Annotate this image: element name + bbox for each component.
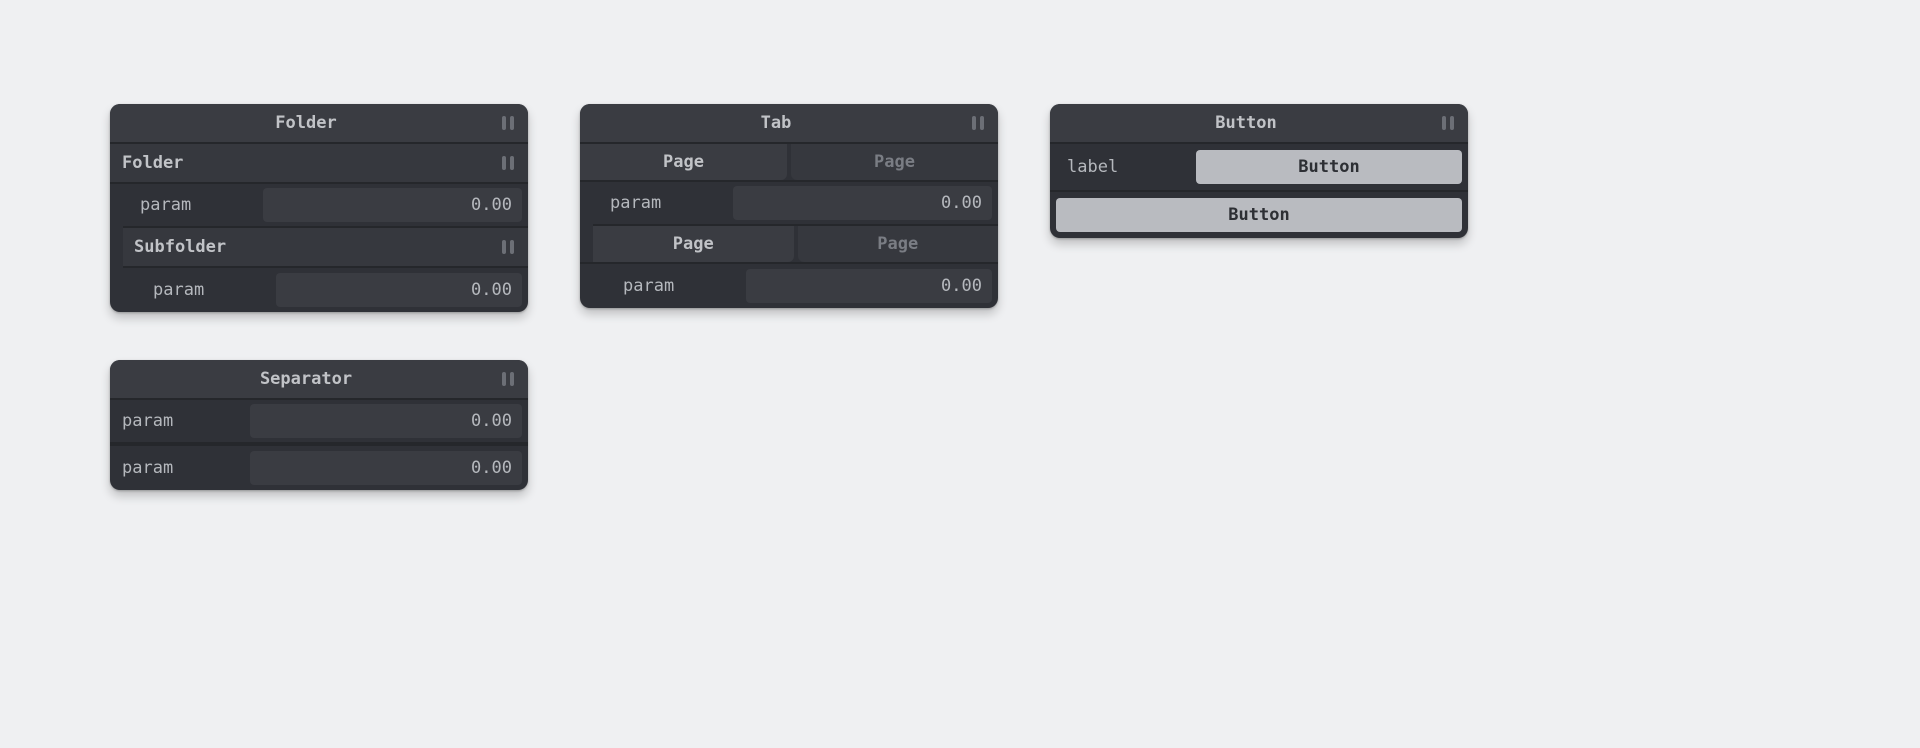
subfolder-header[interactable]: Subfolder xyxy=(123,228,528,268)
param-label: param xyxy=(136,280,276,300)
drag-handle-icon[interactable] xyxy=(972,116,984,130)
pane-separator-title-bar[interactable]: Separator xyxy=(110,360,528,400)
pane-button-body: label Button Button xyxy=(1050,144,1468,238)
action-button[interactable]: Button xyxy=(1196,150,1462,184)
pane-folder: Folder Folder param Subfolder xyxy=(110,104,528,312)
button-label: label xyxy=(1056,157,1196,177)
param-input[interactable] xyxy=(263,188,522,222)
param-input-wrap xyxy=(250,446,528,490)
tab-page-active[interactable]: Page xyxy=(593,226,794,262)
pane-button-title: Button xyxy=(1050,113,1442,133)
pane-folder-title-bar[interactable]: Folder xyxy=(110,104,528,144)
button-row-labeled: label Button xyxy=(1050,144,1468,192)
folder-header-label: Folder xyxy=(122,153,502,173)
drag-handle-icon[interactable] xyxy=(502,372,514,386)
tab-bar: Page Page xyxy=(580,226,998,264)
param-label: param xyxy=(606,276,746,296)
param-row: param xyxy=(606,264,998,308)
param-input-wrap xyxy=(250,399,528,443)
button-row-full: Button xyxy=(1050,192,1468,238)
param-input[interactable] xyxy=(746,269,992,303)
param-input-wrap xyxy=(263,183,528,227)
param-input[interactable] xyxy=(250,451,522,485)
pane-separator-title: Separator xyxy=(110,369,502,389)
param-input-wrap xyxy=(733,181,998,225)
pane-tab-title: Tab xyxy=(580,113,972,133)
param-input[interactable] xyxy=(276,273,522,307)
drag-handle-icon[interactable] xyxy=(1442,116,1454,130)
param-input[interactable] xyxy=(733,186,992,220)
tab-page-active[interactable]: Page xyxy=(580,144,787,180)
param-label: param xyxy=(593,193,733,213)
action-button[interactable]: Button xyxy=(1056,198,1462,232)
drag-handle-icon[interactable] xyxy=(502,240,514,254)
tab-group-body: param Page Page param xyxy=(580,182,998,308)
param-row: param xyxy=(136,268,528,312)
pane-folder-title: Folder xyxy=(110,113,502,133)
pane-folder-body: Folder param Subfolder param xyxy=(110,144,528,312)
pane-tab: Tab Page Page param Page Page xyxy=(580,104,998,308)
param-row: param xyxy=(110,400,528,444)
drag-handle-icon[interactable] xyxy=(502,116,514,130)
tab-page-inactive[interactable]: Page xyxy=(791,144,998,180)
subfolder-body: param xyxy=(123,268,528,312)
folder-header[interactable]: Folder xyxy=(110,144,528,184)
param-label: param xyxy=(123,195,263,215)
pane-separator: Separator param param xyxy=(110,360,528,490)
folder-body: param Subfolder param xyxy=(110,184,528,312)
subfolder-header-label: Subfolder xyxy=(134,237,502,257)
param-input-wrap xyxy=(276,268,528,312)
param-input-wrap xyxy=(746,264,998,308)
pane-button-title-bar[interactable]: Button xyxy=(1050,104,1468,144)
tab-bar: Page Page xyxy=(580,144,998,182)
pane-tab-body: Page Page param Page Page param xyxy=(580,144,998,308)
param-row: param xyxy=(123,184,528,228)
param-input[interactable] xyxy=(250,404,522,438)
drag-handle-icon[interactable] xyxy=(502,156,514,170)
tab-page-inactive[interactable]: Page xyxy=(798,226,999,262)
param-label: param xyxy=(110,411,250,431)
pane-tab-title-bar[interactable]: Tab xyxy=(580,104,998,144)
param-row: param xyxy=(110,446,528,490)
param-label: param xyxy=(110,458,250,478)
pane-separator-body: param param xyxy=(110,400,528,490)
tab-group-body: param xyxy=(593,264,998,308)
param-row: param xyxy=(593,182,998,226)
pane-button: Button label Button Button xyxy=(1050,104,1468,238)
